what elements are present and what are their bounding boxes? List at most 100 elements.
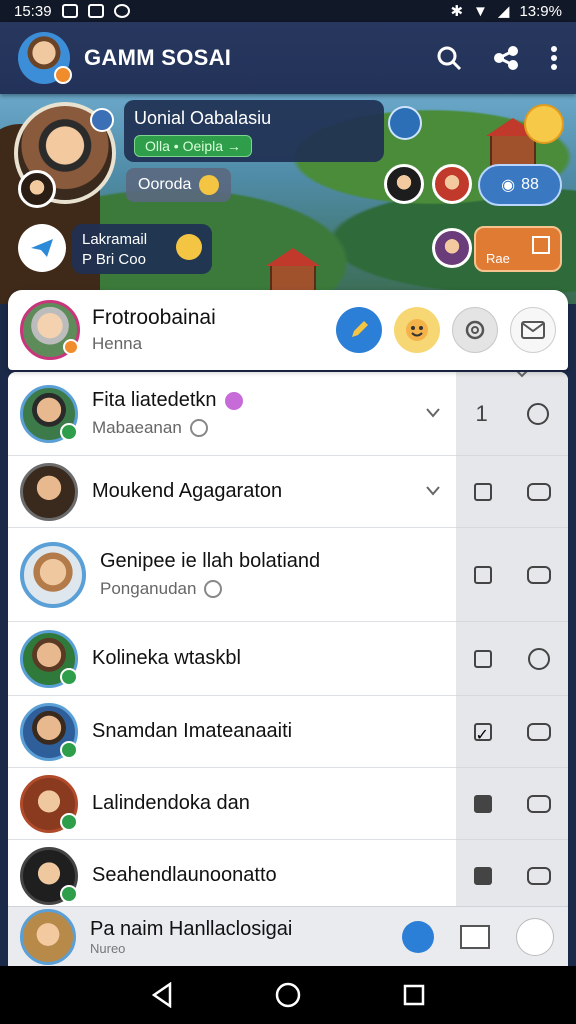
nearby-friend-avatar[interactable] — [384, 164, 424, 204]
record-icon[interactable] — [473, 866, 492, 885]
list-item[interactable]: Fita liatedetkn Mabaeanan — [8, 372, 456, 456]
friend-avatar — [20, 462, 78, 521]
row-actions — [456, 768, 568, 840]
friends-count-pill[interactable]: ◉ 88 — [478, 164, 562, 206]
record-icon[interactable] — [473, 794, 492, 813]
home-icon[interactable] — [274, 981, 302, 1009]
message-button[interactable] — [510, 307, 556, 353]
chat-icon[interactable] — [526, 794, 551, 813]
online-indicator — [60, 812, 78, 831]
app-title: GAMM SOSAI — [84, 45, 232, 70]
online-indicator — [60, 740, 78, 759]
list-item[interactable]: Seahendlaunoonatto — [8, 840, 456, 912]
list-item[interactable]: Genipee ie llah bolatiand Ponganudan — [8, 528, 456, 622]
card-icon[interactable] — [460, 924, 490, 949]
info-icon — [204, 580, 223, 598]
friend-name: Fita liatedetkn — [92, 389, 217, 411]
play-button[interactable] — [18, 224, 66, 272]
friend-subtitle: Mabaeanan — [92, 418, 182, 437]
chat-name: Pa naim Hanllaclosigai — [90, 917, 293, 940]
checkbox-icon[interactable] — [474, 649, 492, 668]
edit-button[interactable] — [336, 307, 382, 353]
list-item[interactable]: Snamdan Imateanaaiti — [8, 696, 456, 768]
chat-icon[interactable] — [526, 482, 551, 501]
gear-icon[interactable] — [90, 108, 114, 132]
send-icon — [31, 239, 53, 257]
companion-avatar[interactable] — [18, 170, 56, 208]
sync-icon — [113, 4, 130, 18]
profile-card[interactable]: Frotroobainai Henna — [8, 290, 568, 370]
friend-subtitle: Ponganudan — [100, 579, 197, 598]
smile-icon[interactable] — [524, 104, 564, 144]
row-actions — [456, 456, 568, 528]
settings-button[interactable] — [452, 307, 498, 353]
chevron-down-icon[interactable] — [516, 372, 528, 378]
friend-name: Snamdan Imateanaaiti — [92, 720, 293, 742]
list-item[interactable]: Lalindendoka dan — [8, 768, 456, 840]
online-indicator — [60, 884, 78, 903]
level-badge — [63, 339, 79, 355]
nearby-friend-avatar[interactable] — [432, 164, 472, 204]
profile-name: Frotroobainai — [92, 306, 216, 329]
reward-pill[interactable]: Rae — [474, 226, 562, 272]
more-icon[interactable] — [550, 45, 558, 71]
profile-avatar[interactable] — [20, 300, 80, 360]
mood-label: Ooroda — [138, 176, 192, 193]
level-badge — [54, 66, 72, 84]
camera-icon[interactable] — [388, 106, 422, 140]
checked-icon[interactable]: ✓ — [473, 722, 492, 744]
chat-icon[interactable] — [526, 866, 551, 885]
row-actions — [456, 528, 568, 622]
player-status-title: Uonial Oabalasiu — [134, 108, 272, 128]
back-icon[interactable] — [150, 982, 174, 1008]
check-icon[interactable] — [402, 920, 434, 953]
chat-icon[interactable] — [526, 722, 551, 741]
clock: 15:39 — [14, 2, 52, 20]
current-chat-bar[interactable]: Pa naim Hanllaclosigai Nureo — [8, 906, 568, 966]
list-item[interactable]: Moukend Agagaraton — [8, 456, 456, 528]
player-status-bubble[interactable]: Uonial Oabalasiu Olla • Oeipla → — [124, 100, 384, 162]
row-actions — [456, 622, 568, 696]
mood-chip[interactable]: Ooroda — [126, 168, 232, 202]
gallery-icon — [61, 4, 78, 18]
quest-bubble[interactable]: Lakramail P Bri Coo — [72, 224, 212, 274]
play-icon[interactable] — [473, 482, 492, 501]
share-icon[interactable] — [492, 45, 520, 71]
people-icon: ◉ — [501, 177, 516, 194]
friend-name: Kolineka wtaskbl — [92, 647, 241, 669]
status-dot-icon — [224, 391, 243, 410]
chevron-down-icon[interactable] — [426, 485, 440, 496]
chat-icon[interactable] — [526, 402, 549, 425]
friend-name: Moukend Agagaraton — [92, 480, 283, 502]
online-indicator — [60, 422, 78, 441]
app-bar: GAMM SOSAI — [0, 22, 576, 94]
row-actions: 1 — [456, 372, 568, 456]
emoji-button[interactable] — [394, 307, 440, 353]
friend-avatar — [20, 702, 78, 761]
emoji-icon[interactable] — [516, 917, 554, 956]
user-avatar[interactable] — [18, 32, 72, 84]
chat-icon[interactable] — [528, 647, 550, 670]
friend-avatar — [20, 629, 78, 688]
face-icon — [406, 319, 428, 341]
unread-count: 1 — [475, 400, 488, 426]
recents-icon[interactable] — [402, 983, 426, 1007]
house-decoration — [486, 118, 540, 168]
row-actions: ✓ — [456, 696, 568, 768]
gear-icon — [465, 320, 485, 340]
profile-subtitle: Henna — [92, 334, 143, 353]
checkbox-icon[interactable] — [473, 565, 492, 584]
list-item[interactable]: Kolineka wtaskbl — [8, 622, 456, 696]
search-icon[interactable] — [436, 45, 462, 71]
nearby-friend-avatar[interactable] — [432, 228, 472, 268]
battery-level: 13:9% — [519, 2, 562, 20]
chat-icon[interactable] — [526, 565, 551, 584]
system-navigation-bar — [0, 966, 576, 1024]
friends-list: Fita liatedetkn Mabaeanan 1 Moukend Agag… — [8, 372, 568, 912]
friend-avatar — [20, 846, 78, 905]
info-icon — [189, 419, 208, 437]
expand-icon — [532, 236, 550, 254]
friend-name: Seahendlaunoonatto — [92, 864, 277, 886]
friend-name: Lalindendoka dan — [92, 792, 250, 814]
chevron-down-icon[interactable] — [426, 407, 440, 418]
